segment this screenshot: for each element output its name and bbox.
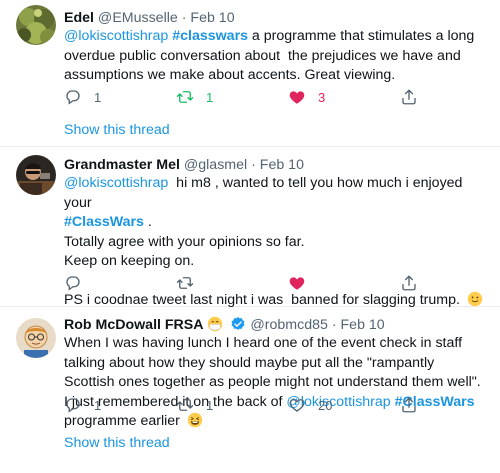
like-button[interactable]: 3	[288, 88, 325, 106]
retweet-button[interactable]	[176, 274, 206, 292]
hashtag-link[interactable]: #classwars	[172, 28, 248, 44]
like-count: 20	[318, 397, 333, 413]
tweet-body-text: .	[143, 214, 152, 230]
retweet-count: 1	[206, 397, 214, 413]
reply-icon	[66, 398, 80, 413]
share-button[interactable]	[400, 396, 418, 414]
tweet-date[interactable]: Feb 10	[190, 10, 234, 26]
reply-count: 1	[94, 397, 102, 413]
separator: ·	[181, 10, 187, 26]
display-name[interactable]: Edel	[64, 10, 94, 26]
retweet-button[interactable]: 1	[176, 396, 213, 414]
tweet-body-text: Keep on keeping on.	[64, 253, 195, 269]
show-thread-link[interactable]: Show this thread	[64, 122, 170, 138]
retweet-count: 1	[206, 89, 214, 105]
share-icon	[402, 275, 416, 291]
reply-button[interactable]: 1	[64, 396, 101, 414]
tweet-body-text: PS i coodnae tweet last night i was bann…	[64, 292, 464, 308]
retweet-button[interactable]: 1	[176, 88, 213, 106]
share-icon	[402, 397, 416, 413]
tweet-actions: 1 1 3	[64, 88, 424, 108]
tweet[interactable]: Grandmaster Mel @glasmel · Feb 10 @lokis…	[0, 147, 500, 308]
like-button[interactable]: 20	[288, 396, 332, 414]
hashtag-link[interactable]: #ClassWars	[64, 214, 144, 230]
display-name[interactable]: Rob McDowall FRSA	[64, 317, 204, 333]
share-button[interactable]	[400, 88, 418, 106]
tweet[interactable]: Edel @EMusselle · Feb 10 @lokiscottishra…	[0, 0, 500, 147]
retweet-icon	[176, 277, 194, 289]
share-button[interactable]	[400, 274, 418, 292]
like-count: 3	[318, 89, 326, 105]
retweet-icon	[176, 91, 194, 103]
reply-button[interactable]: 1	[64, 88, 101, 106]
tweet-actions: 1 1 20	[64, 396, 424, 416]
share-icon	[402, 89, 416, 105]
tweet-date[interactable]: Feb 10	[341, 317, 385, 333]
verified-badge-icon	[231, 317, 245, 330]
mention-link[interactable]: @lokiscottishrap	[64, 175, 168, 191]
slightly-smiling-face-emoji-icon	[467, 291, 483, 307]
avatar[interactable]	[16, 318, 56, 358]
avatar[interactable]	[16, 155, 56, 195]
reply-icon	[66, 90, 80, 105]
reply-button[interactable]	[64, 274, 94, 292]
avatar[interactable]	[16, 5, 56, 45]
reply-count: 1	[94, 89, 102, 105]
tweet-date[interactable]: Feb 10	[260, 157, 304, 173]
face-with-medical-mask-emoji-icon	[208, 316, 223, 332]
separator: ·	[251, 157, 256, 173]
retweet-icon	[176, 399, 194, 411]
tweet[interactable]: Rob McDowall FRSA @robmcd85 · Feb 10 Whe…	[0, 307, 500, 472]
tweet-body-text: Totally agree with your opinions so far.	[64, 233, 305, 250]
handle[interactable]: @robmcd85	[250, 317, 328, 333]
mention-link[interactable]: @lokiscottishrap	[64, 28, 168, 44]
tweet-text: When I was having lunch I heard one of t…	[64, 334, 486, 432]
tweet-actions	[64, 274, 424, 294]
show-thread-link[interactable]: Show this thread	[64, 435, 170, 451]
heart-icon	[289, 399, 305, 412]
separator: ·	[331, 317, 337, 333]
handle[interactable]: @EMusselle	[98, 10, 178, 26]
display-name[interactable]: Grandmaster Mel	[64, 157, 180, 173]
tweet-text: @lokiscottishrap #classwars a programme …	[64, 27, 486, 86]
reply-icon	[66, 276, 80, 291]
heart-icon	[289, 277, 305, 290]
heart-icon	[289, 91, 305, 104]
like-button[interactable]	[288, 274, 318, 292]
handle[interactable]: @glasmel	[184, 157, 247, 173]
